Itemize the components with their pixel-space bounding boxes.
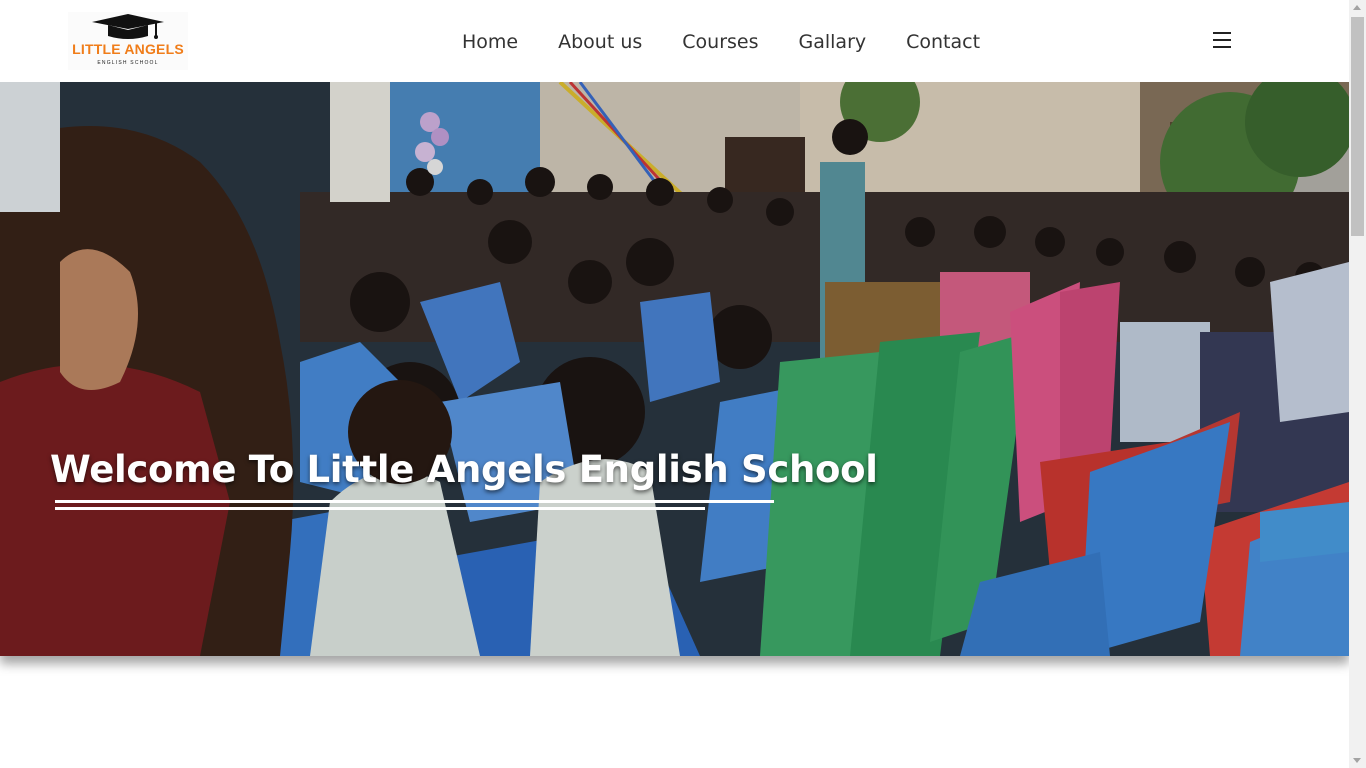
scroll-up-icon[interactable] [1353, 5, 1361, 10]
logo-title: LITTLE ANGELS [72, 41, 184, 57]
hero-banner: Welcome To Little Angels English School [0, 82, 1349, 656]
nav-courses[interactable]: Courses [682, 29, 758, 55]
hero-photo [0, 82, 1349, 656]
nav-about-us[interactable]: About us [558, 29, 642, 55]
hamburger-menu-icon[interactable] [1211, 31, 1233, 49]
logo[interactable]: LITTLE ANGELS ENGLISH SCHOOL [68, 12, 188, 70]
hero-underline-short [55, 507, 705, 510]
hero-underline-long [55, 500, 774, 503]
scroll-down-icon[interactable] [1353, 758, 1361, 763]
nav-contact[interactable]: Contact [906, 29, 980, 55]
nav-home[interactable]: Home [462, 29, 518, 55]
page-scrollbar[interactable] [1349, 0, 1366, 768]
logo-subtitle: ENGLISH SCHOOL [97, 60, 159, 66]
graduation-cap-icon [92, 14, 164, 39]
hero-title: Welcome To Little Angels English School [50, 448, 878, 491]
scrollbar-thumb[interactable] [1351, 17, 1364, 236]
nav-gallary[interactable]: Gallary [799, 29, 867, 55]
site-header: LITTLE ANGELS ENGLISH SCHOOL Home About … [0, 0, 1349, 82]
main-nav: Home About us Courses Gallary Contact [462, 29, 980, 55]
